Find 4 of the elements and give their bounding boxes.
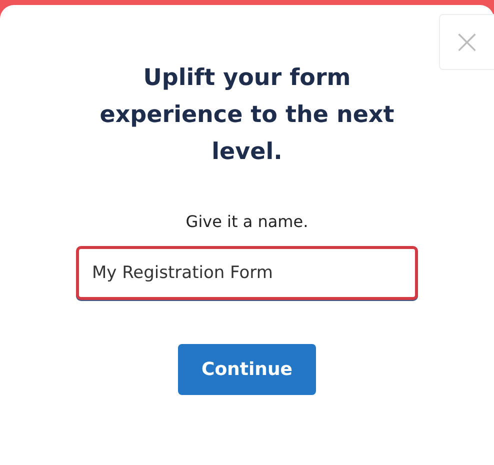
name-prompt: Give it a name. — [186, 212, 308, 231]
dialog-title: Uplift your form experience to the next level. — [98, 64, 396, 167]
continue-button[interactable]: Continue — [178, 344, 316, 395]
name-input-field[interactable]: My Registration Form — [76, 246, 418, 300]
